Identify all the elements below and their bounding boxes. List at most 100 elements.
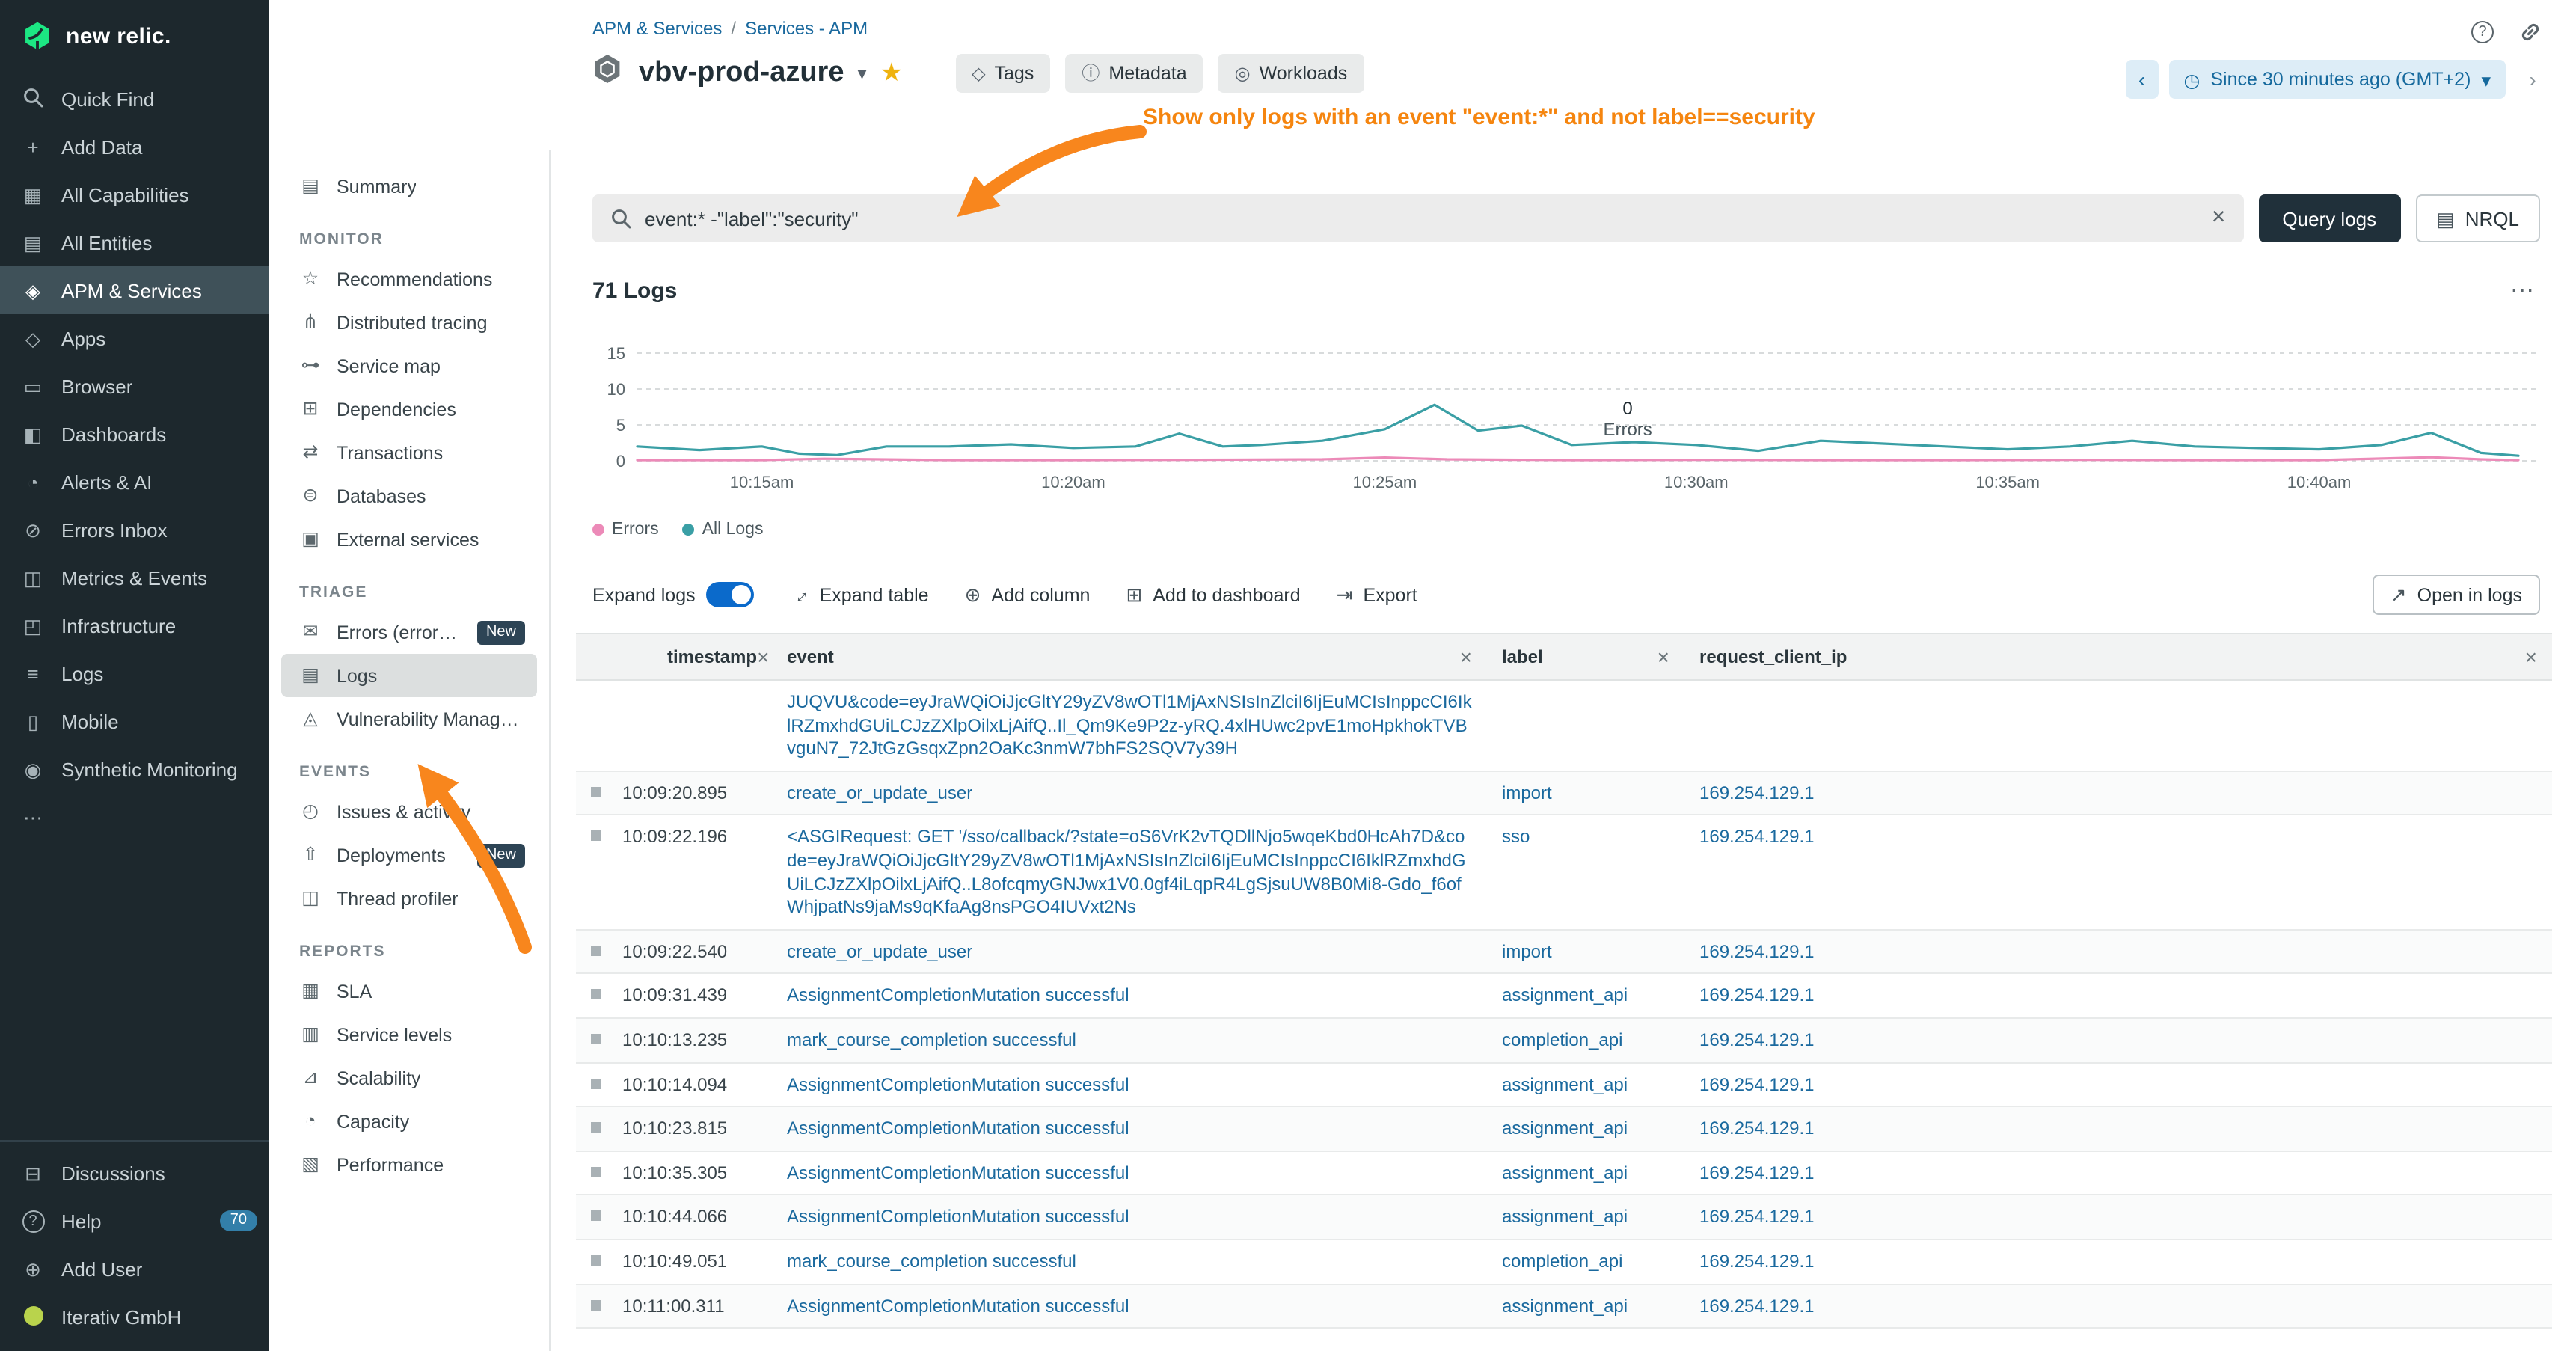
row-marker[interactable] bbox=[591, 990, 601, 1000]
table-row[interactable]: 10:11:00.311AssignmentCompletionMutation… bbox=[576, 1284, 2552, 1329]
event-link[interactable]: AssignmentCompletionMutation successful bbox=[787, 1295, 1129, 1316]
sidebar-item-more[interactable]: ⋯ bbox=[0, 793, 269, 841]
event-link[interactable]: AssignmentCompletionMutation successful bbox=[787, 1207, 1129, 1228]
sidebar-item-all-capabilities[interactable]: ▦All Capabilities bbox=[0, 171, 269, 218]
table-row[interactable]: 10:09:22.196<ASGIRequest: GET '/sso/call… bbox=[576, 816, 2552, 931]
row-marker[interactable] bbox=[591, 831, 601, 842]
label-link[interactable]: assignment_api bbox=[1502, 985, 1628, 1006]
ip-link[interactable]: 169.254.129.1 bbox=[1699, 827, 1815, 848]
subnav-item-scalability[interactable]: ⊿Scalability bbox=[281, 1056, 537, 1100]
subnav-item-deployments[interactable]: ⇧DeploymentsNew bbox=[281, 833, 537, 877]
log-query-input[interactable] bbox=[645, 207, 2198, 230]
chevron-down-icon[interactable]: ▾ bbox=[858, 62, 867, 83]
subnav-item-service-map[interactable]: ⊶Service map bbox=[281, 344, 537, 387]
row-marker[interactable] bbox=[591, 1078, 601, 1088]
label-link[interactable]: completion_api bbox=[1502, 1029, 1622, 1050]
event-link[interactable]: <ASGIRequest: GET '/sso/callback/?state=… bbox=[787, 827, 1466, 918]
subnav-item-distributed-tracing[interactable]: ⋔Distributed tracing bbox=[281, 301, 537, 344]
row-marker[interactable] bbox=[591, 1122, 601, 1133]
ip-link[interactable]: 169.254.129.1 bbox=[1699, 782, 1815, 803]
expand-table-button[interactable]: ↔ Expand table bbox=[790, 584, 929, 605]
table-row[interactable]: 10:09:31.439AssignmentCompletionMutation… bbox=[576, 975, 2552, 1019]
remove-column-icon[interactable]: × bbox=[757, 646, 769, 667]
sidebar-item-browser[interactable]: ▭Browser bbox=[0, 362, 269, 410]
event-link[interactable]: AssignmentCompletionMutation successful bbox=[787, 985, 1129, 1006]
more-options-icon[interactable]: ⋯ bbox=[2510, 275, 2534, 305]
table-row[interactable]: 10:10:35.305AssignmentCompletionMutation… bbox=[576, 1151, 2552, 1195]
sidebar-item-alerts-ai[interactable]: ◔Alerts & AI bbox=[0, 458, 269, 506]
subnav-item-performance[interactable]: ▧Performance bbox=[281, 1143, 537, 1186]
event-link[interactable]: AssignmentCompletionMutation successful bbox=[787, 1162, 1129, 1183]
sidebar-item-errors-inbox[interactable]: ⊘Errors Inbox bbox=[0, 506, 269, 554]
sidebar-item-apps[interactable]: ◇Apps bbox=[0, 314, 269, 362]
row-marker[interactable] bbox=[591, 1211, 601, 1222]
subnav-item-sla[interactable]: ▦SLA bbox=[281, 969, 537, 1013]
add-to-dashboard-button[interactable]: ⊞ Add to dashboard bbox=[1126, 584, 1300, 605]
time-picker[interactable]: ◷ Since 30 minutes ago (GMT+2) ▾ bbox=[2169, 60, 2506, 99]
table-row[interactable]: 10:09:22.540create_or_update_userimport1… bbox=[576, 931, 2552, 975]
sidebar-item-account[interactable]: Iterativ GmbH bbox=[0, 1293, 269, 1341]
metadata-button[interactable]: ⓘ Metadata bbox=[1065, 53, 1203, 92]
row-marker[interactable] bbox=[591, 1034, 601, 1044]
row-marker[interactable] bbox=[591, 1166, 601, 1177]
ip-link[interactable]: 169.254.129.1 bbox=[1699, 941, 1815, 962]
table-row[interactable]: 10:09:20.895create_or_update_userimport1… bbox=[576, 772, 2552, 816]
label-link[interactable]: sso bbox=[1502, 827, 1530, 848]
subnav-item-dependencies[interactable]: ⊞Dependencies bbox=[281, 387, 537, 431]
sidebar-item-metrics-events[interactable]: ◫Metrics & Events bbox=[0, 554, 269, 601]
remove-column-icon[interactable]: × bbox=[1460, 646, 1472, 667]
label-link[interactable]: assignment_api bbox=[1502, 1207, 1628, 1228]
row-marker[interactable] bbox=[591, 946, 601, 956]
new-relic-logo[interactable]: new relic. bbox=[0, 0, 269, 75]
ip-link[interactable]: 169.254.129.1 bbox=[1699, 1251, 1815, 1272]
event-link[interactable]: mark_course_completion successful bbox=[787, 1251, 1076, 1272]
table-row[interactable]: JUQVU&code=eyJraWQiOiJjcGltY29yZV8wOTl1M… bbox=[576, 681, 2552, 772]
clear-query-icon[interactable]: × bbox=[2212, 206, 2226, 230]
event-link[interactable]: create_or_update_user bbox=[787, 782, 972, 803]
legend-all-logs[interactable]: All Logs bbox=[683, 521, 764, 539]
export-button[interactable]: ⇥ Export bbox=[1337, 584, 1417, 605]
label-link[interactable]: import bbox=[1502, 941, 1552, 962]
sidebar-item-quick-find[interactable]: Quick Find bbox=[0, 75, 269, 123]
subnav-item-logs[interactable]: ▤Logs bbox=[281, 654, 537, 697]
sidebar-item-mobile[interactable]: ▯Mobile bbox=[0, 697, 269, 745]
subnav-item-recommendations[interactable]: ☆Recommendations bbox=[281, 257, 537, 301]
time-forward-chevron[interactable]: › bbox=[2516, 60, 2549, 99]
ip-link[interactable]: 169.254.129.1 bbox=[1699, 1207, 1815, 1228]
entity-name[interactable]: vbv-prod-azure bbox=[639, 56, 844, 89]
sidebar-item-synthetic-monitoring[interactable]: ◉Synthetic Monitoring bbox=[0, 745, 269, 793]
subnav-item-transactions[interactable]: ⇄Transactions bbox=[281, 431, 537, 474]
table-row[interactable]: 10:10:49.051mark_course_completion succe… bbox=[576, 1240, 2552, 1284]
row-marker[interactable] bbox=[591, 1299, 601, 1310]
subnav-item-summary[interactable]: ▤Summary bbox=[281, 165, 537, 208]
ip-link[interactable]: 169.254.129.1 bbox=[1699, 985, 1815, 1006]
event-link[interactable]: AssignmentCompletionMutation successful bbox=[787, 1073, 1129, 1094]
breadcrumb-apm-services[interactable]: APM & Services bbox=[592, 18, 722, 39]
sidebar-item-apm-services[interactable]: ◈APM & Services bbox=[0, 266, 269, 314]
event-link[interactable]: create_or_update_user bbox=[787, 941, 972, 962]
table-row[interactable]: 10:10:23.815AssignmentCompletionMutation… bbox=[576, 1107, 2552, 1151]
sidebar-item-logs[interactable]: ≡Logs bbox=[0, 649, 269, 697]
subnav-item-thread-profiler[interactable]: ◫Thread profiler bbox=[281, 877, 537, 920]
subnav-item-capacity[interactable]: ◔Capacity bbox=[281, 1100, 537, 1143]
subnav-item-external-services[interactable]: ▣External services bbox=[281, 518, 537, 561]
help-icon[interactable]: ? bbox=[2471, 21, 2494, 43]
event-link[interactable]: JUQVU&code=eyJraWQiOiJjcGltY29yZV8wOTl1M… bbox=[787, 691, 1472, 759]
row-marker[interactable] bbox=[591, 1255, 601, 1266]
subnav-item-databases[interactable]: ⊜Databases bbox=[281, 474, 537, 518]
row-marker[interactable] bbox=[591, 787, 601, 797]
label-link[interactable]: assignment_api bbox=[1502, 1295, 1628, 1316]
ip-link[interactable]: 169.254.129.1 bbox=[1699, 1073, 1815, 1094]
sidebar-item-all-entities[interactable]: ▤All Entities bbox=[0, 218, 269, 266]
subnav-item-issues-activity[interactable]: ◴Issues & activity bbox=[281, 790, 537, 833]
event-link[interactable]: mark_course_completion successful bbox=[787, 1029, 1076, 1050]
add-column-button[interactable]: ⊕ Add column bbox=[965, 584, 1091, 605]
workloads-button[interactable]: ◎ Workloads bbox=[1218, 53, 1364, 92]
open-in-logs-button[interactable]: ↗ Open in logs bbox=[2373, 575, 2540, 615]
tags-button[interactable]: ◇ Tags bbox=[955, 53, 1050, 92]
label-link[interactable]: import bbox=[1502, 782, 1552, 803]
nrql-button[interactable]: ▤ NRQL bbox=[2415, 194, 2540, 242]
ip-link[interactable]: 169.254.129.1 bbox=[1699, 1295, 1815, 1316]
query-logs-button[interactable]: Query logs bbox=[2258, 194, 2400, 242]
favorite-star-icon[interactable]: ★ bbox=[880, 58, 904, 88]
